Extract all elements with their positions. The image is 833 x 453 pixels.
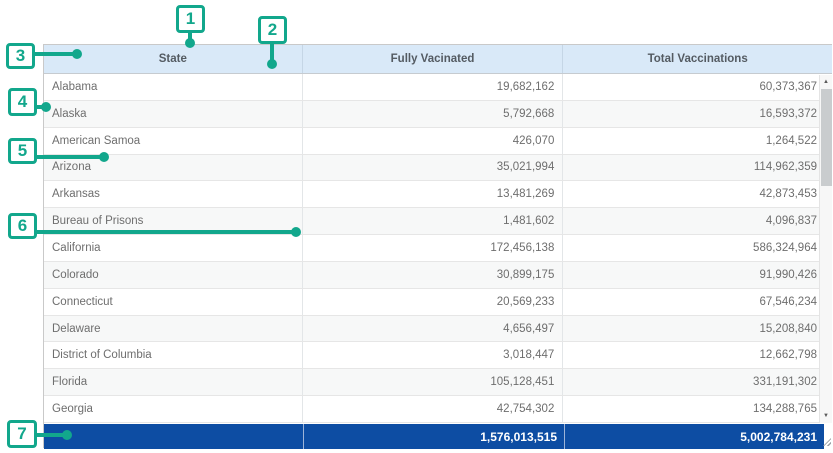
table-row[interactable]: Florida105,128,451331,191,302 [44, 369, 832, 396]
callout-6-dot [291, 227, 301, 237]
fully-vaccinated-cell[interactable]: 426,070 [303, 128, 564, 154]
scrollbar-thumb[interactable] [821, 89, 832, 186]
fully-vaccinated-cell[interactable]: 3,018,447 [303, 342, 564, 368]
total-vaccinations-cell[interactable]: 60,373,367 [563, 74, 832, 100]
state-cell[interactable]: Alabama [44, 74, 303, 100]
total-vaccinations-cell[interactable]: 114,962,359 [563, 155, 832, 181]
total-vaccinations-cell[interactable]: 12,662,798 [563, 342, 832, 368]
state-cell[interactable]: Colorado [44, 262, 303, 288]
fully-vaccinated-cell[interactable]: 42,754,302 [303, 396, 564, 422]
table-row[interactable]: Alabama19,682,16260,373,367 [44, 74, 832, 101]
fully-vaccinated-cell[interactable]: 4,656,497 [303, 316, 564, 342]
total-vaccinations-cell[interactable]: 134,288,765 [563, 396, 832, 422]
total-vaccinations-cell[interactable]: 331,191,302 [563, 369, 832, 395]
callout-4-badge: 4 [8, 88, 37, 116]
callout-2-dot [267, 59, 277, 69]
total-vaccinations-cell[interactable]: 586,324,964 [563, 235, 832, 261]
totals-row: 1,576,013,515 5,002,784,231 [44, 424, 824, 449]
total-vaccinations-cell[interactable]: 67,546,234 [563, 289, 832, 315]
state-cell[interactable]: Delaware [44, 316, 303, 342]
total-vaccinations-cell[interactable]: 42,873,453 [563, 181, 832, 207]
fully-vaccinated-cell[interactable]: 20,569,233 [303, 289, 564, 315]
table-row[interactable]: Georgia42,754,302134,288,765 [44, 396, 832, 423]
table-row[interactable]: Alaska5,792,66816,593,372 [44, 101, 832, 128]
scroll-down-icon[interactable]: ▼ [820, 409, 832, 423]
column-header-state[interactable]: State [44, 45, 303, 73]
table-row[interactable]: American Samoa426,0701,264,522 [44, 128, 832, 155]
totals-state-cell [44, 424, 303, 449]
totals-fully-vaccinated-cell: 1,576,013,515 [303, 424, 564, 449]
fully-vaccinated-cell[interactable]: 19,682,162 [303, 74, 564, 100]
table-header-row: State Fully Vacinated Total Vaccinations [44, 45, 832, 74]
state-cell[interactable]: Florida [44, 369, 303, 395]
fully-vaccinated-cell[interactable]: 172,456,138 [303, 235, 564, 261]
screenshot-root: State Fully Vacinated Total Vaccinations… [0, 0, 833, 453]
state-cell[interactable]: California [44, 235, 303, 261]
fully-vaccinated-cell[interactable]: 30,899,175 [303, 262, 564, 288]
table-row[interactable]: Arkansas13,481,26942,873,453 [44, 181, 832, 208]
callout-6-badge: 6 [8, 213, 37, 239]
column-header-total-vaccinations[interactable]: Total Vaccinations [563, 45, 832, 73]
resize-grip-icon[interactable] [823, 438, 831, 446]
callout-3-badge: 3 [6, 43, 35, 69]
vertical-scrollbar[interactable]: ▲ ▼ [819, 75, 832, 423]
state-cell[interactable]: District of Columbia [44, 342, 303, 368]
table-body: Alabama19,682,16260,373,367Alaska5,792,6… [44, 74, 832, 423]
callout-5-dot [99, 152, 109, 162]
callout-7-dot [62, 430, 72, 440]
callout-6-line [37, 230, 296, 234]
total-vaccinations-cell[interactable]: 1,264,522 [563, 128, 832, 154]
table-row[interactable]: District of Columbia3,018,44712,662,798 [44, 342, 832, 369]
fully-vaccinated-cell[interactable]: 105,128,451 [303, 369, 564, 395]
vaccination-list-table: State Fully Vacinated Total Vaccinations… [43, 44, 832, 448]
column-header-fully-vaccinated[interactable]: Fully Vacinated [303, 45, 564, 73]
table-row[interactable]: Arizona35,021,994114,962,359 [44, 155, 832, 182]
callout-1-dot [185, 38, 195, 48]
table-row[interactable]: Delaware4,656,49715,208,840 [44, 316, 832, 343]
state-cell[interactable]: Alaska [44, 101, 303, 127]
total-vaccinations-cell[interactable]: 15,208,840 [563, 316, 832, 342]
callout-7-badge: 7 [7, 420, 37, 448]
table-row[interactable]: Connecticut20,569,23367,546,234 [44, 289, 832, 316]
callout-3-dot [72, 49, 82, 59]
fully-vaccinated-cell[interactable]: 5,792,668 [303, 101, 564, 127]
state-cell[interactable]: American Samoa [44, 128, 303, 154]
fully-vaccinated-cell[interactable]: 1,481,602 [303, 208, 564, 234]
callout-2-badge: 2 [258, 16, 287, 44]
totals-total-vaccinations-cell: 5,002,784,231 [564, 424, 824, 449]
callout-5-badge: 5 [8, 138, 37, 164]
callout-5-line [37, 155, 104, 159]
fully-vaccinated-cell[interactable]: 13,481,269 [303, 181, 564, 207]
callout-4-dot [41, 102, 51, 112]
fully-vaccinated-cell[interactable]: 35,021,994 [303, 155, 564, 181]
state-cell[interactable]: Georgia [44, 396, 303, 422]
callout-1-badge: 1 [176, 5, 205, 33]
total-vaccinations-cell[interactable]: 91,990,426 [563, 262, 832, 288]
total-vaccinations-cell[interactable]: 16,593,372 [563, 101, 832, 127]
total-vaccinations-cell[interactable]: 4,096,837 [563, 208, 832, 234]
state-cell[interactable]: Arkansas [44, 181, 303, 207]
callout-3-line [35, 52, 77, 56]
state-cell[interactable]: Connecticut [44, 289, 303, 315]
table-row[interactable]: California172,456,138586,324,964 [44, 235, 832, 262]
table-row[interactable]: Colorado30,899,17591,990,426 [44, 262, 832, 289]
scroll-up-icon[interactable]: ▲ [820, 75, 832, 89]
